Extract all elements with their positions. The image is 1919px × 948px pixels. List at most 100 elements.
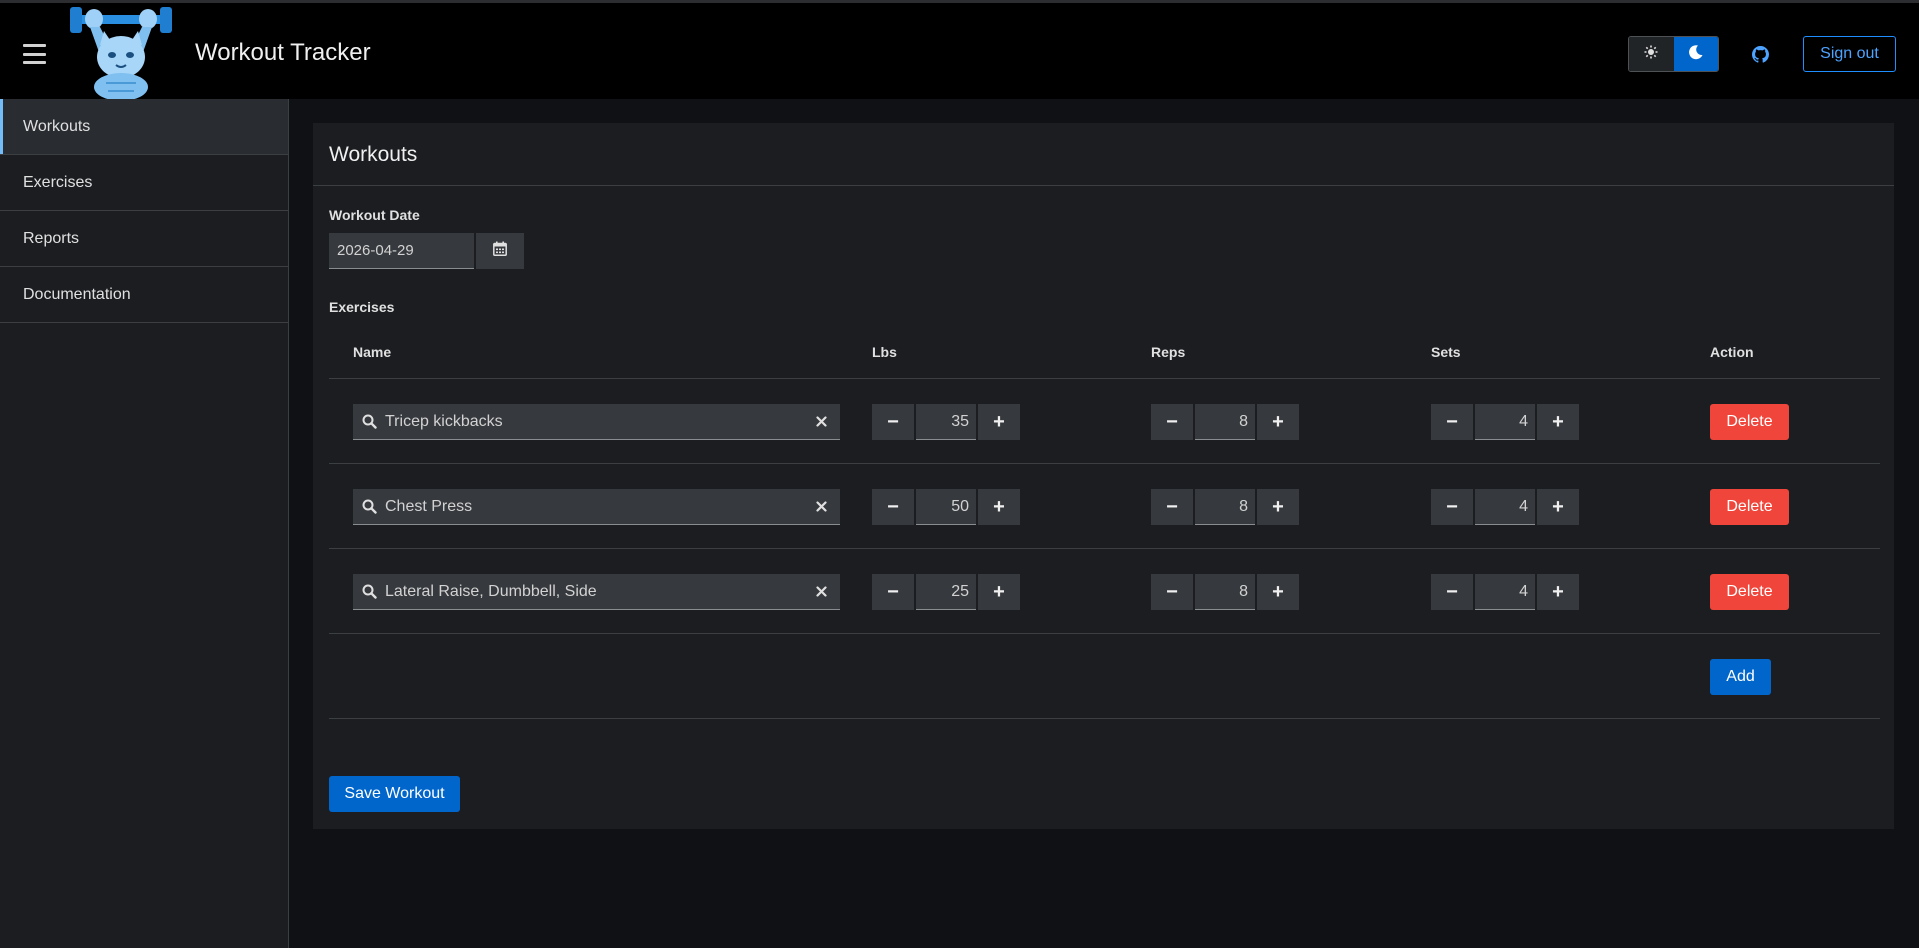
search-icon — [353, 414, 385, 429]
minus-icon: − — [1446, 495, 1458, 518]
exercise-name: Chest Press — [385, 497, 473, 515]
reps-plus-button[interactable]: + — [1257, 404, 1299, 440]
sets-value[interactable]: 4 — [1475, 574, 1535, 610]
reps-stepper: − 8 + — [1151, 489, 1299, 525]
delete-button[interactable]: Delete — [1710, 404, 1789, 440]
sidebar-item-reports[interactable]: Reports — [0, 211, 288, 267]
github-icon[interactable] — [1747, 41, 1773, 67]
reps-minus-button[interactable]: − — [1151, 404, 1193, 440]
plus-icon: + — [1272, 580, 1284, 603]
lbs-plus-button[interactable]: + — [978, 574, 1020, 610]
sidebar-item-workouts[interactable]: Workouts — [0, 99, 288, 155]
add-exercise-button[interactable]: Add — [1710, 659, 1771, 695]
reps-value[interactable]: 8 — [1195, 574, 1255, 610]
minus-icon: − — [1166, 410, 1178, 433]
column-header-sets: Sets — [1431, 344, 1461, 360]
lbs-stepper: − 25 + — [872, 574, 1020, 610]
reps-value[interactable]: 8 — [1195, 404, 1255, 440]
minus-icon: − — [1166, 580, 1178, 603]
page-title: Workouts — [329, 143, 418, 166]
close-icon[interactable] — [802, 416, 840, 427]
dark-theme-button[interactable] — [1673, 37, 1718, 71]
plus-icon: + — [1552, 495, 1564, 518]
workout-date-input[interactable]: 2026-04-29 — [329, 233, 474, 269]
divider — [313, 185, 1894, 186]
exercise-name: Lateral Raise, Dumbbell, Side — [385, 582, 597, 600]
add-row: Add — [329, 634, 1880, 719]
plus-icon: + — [1552, 410, 1564, 433]
search-icon — [353, 584, 385, 599]
sets-plus-button[interactable]: + — [1537, 489, 1579, 525]
sets-plus-button[interactable]: + — [1537, 404, 1579, 440]
sidebar-nav: Workouts Exercises Reports Documentation — [0, 99, 289, 948]
sets-minus-button[interactable]: − — [1431, 489, 1473, 525]
close-icon[interactable] — [802, 501, 840, 512]
close-icon[interactable] — [802, 586, 840, 597]
column-header-lbs: Lbs — [872, 344, 897, 360]
minus-icon: − — [1446, 580, 1458, 603]
table-row: Lateral Raise, Dumbbell, Side − 25 + − 8… — [329, 549, 1880, 634]
exercise-search-input[interactable]: Lateral Raise, Dumbbell, Side — [353, 574, 840, 610]
lbs-plus-button[interactable]: + — [978, 489, 1020, 525]
delete-button[interactable]: Delete — [1710, 574, 1789, 610]
column-header-action: Action — [1710, 344, 1754, 360]
lbs-value[interactable]: 50 — [916, 489, 976, 525]
lbs-plus-button[interactable]: + — [978, 404, 1020, 440]
table-header: Name Lbs Reps Sets Action — [329, 323, 1880, 379]
reps-minus-button[interactable]: − — [1151, 574, 1193, 610]
plus-icon: + — [993, 495, 1005, 518]
lbs-stepper: − 50 + — [872, 489, 1020, 525]
reps-value[interactable]: 8 — [1195, 489, 1255, 525]
calendar-button[interactable] — [476, 233, 524, 269]
reps-stepper: − 8 + — [1151, 404, 1299, 440]
minus-icon: − — [887, 580, 899, 603]
reps-minus-button[interactable]: − — [1151, 489, 1193, 525]
reps-plus-button[interactable]: + — [1257, 489, 1299, 525]
sets-value[interactable]: 4 — [1475, 404, 1535, 440]
minus-icon: − — [1166, 495, 1178, 518]
minus-icon: − — [887, 495, 899, 518]
workout-card: Workouts Workout Date 2026-04-29 Exercis… — [313, 123, 1894, 829]
column-header-reps: Reps — [1151, 344, 1186, 360]
lbs-minus-button[interactable]: − — [872, 574, 914, 610]
lbs-stepper: − 35 + — [872, 404, 1020, 440]
exercise-search-input[interactable]: Chest Press — [353, 489, 840, 525]
sets-value[interactable]: 4 — [1475, 489, 1535, 525]
lbs-minus-button[interactable]: − — [872, 489, 914, 525]
delete-button[interactable]: Delete — [1710, 489, 1789, 525]
plus-icon: + — [1552, 580, 1564, 603]
workout-date-label: Workout Date — [329, 207, 420, 223]
sidebar-item-exercises[interactable]: Exercises — [0, 155, 288, 211]
lbs-value[interactable]: 35 — [916, 404, 976, 440]
sets-plus-button[interactable]: + — [1537, 574, 1579, 610]
reps-plus-button[interactable]: + — [1257, 574, 1299, 610]
masthead: Workout Tracker Sign out — [0, 0, 1919, 101]
sign-out-button[interactable]: Sign out — [1803, 36, 1896, 72]
exercises-table: Name Lbs Reps Sets Action Tricep kickbac… — [329, 323, 1880, 719]
save-workout-button[interactable]: Save Workout — [329, 776, 460, 812]
table-row: Tricep kickbacks − 35 + − 8 + − 4 + Dele… — [329, 379, 1880, 464]
plus-icon: + — [993, 410, 1005, 433]
table-row: Chest Press − 50 + − 8 + − 4 + Delete — [329, 464, 1880, 549]
moon-icon — [1688, 44, 1704, 65]
light-theme-button[interactable] — [1629, 37, 1674, 71]
plus-icon: + — [1272, 410, 1284, 433]
sun-icon — [1644, 45, 1658, 64]
plus-icon: + — [1272, 495, 1284, 518]
date-picker: 2026-04-29 — [329, 233, 524, 269]
sets-stepper: − 4 + — [1431, 489, 1579, 525]
logo-cat-dumbbell-icon — [70, 5, 172, 101]
exercise-name: Tricep kickbacks — [385, 412, 503, 430]
exercise-search-input[interactable]: Tricep kickbacks — [353, 404, 840, 440]
sets-minus-button[interactable]: − — [1431, 404, 1473, 440]
minus-icon: − — [1446, 410, 1458, 433]
sets-stepper: − 4 + — [1431, 574, 1579, 610]
calendar-icon — [493, 241, 507, 261]
reps-stepper: − 8 + — [1151, 574, 1299, 610]
sets-minus-button[interactable]: − — [1431, 574, 1473, 610]
search-icon — [353, 499, 385, 514]
hamburger-menu-icon[interactable] — [23, 44, 46, 64]
lbs-value[interactable]: 25 — [916, 574, 976, 610]
lbs-minus-button[interactable]: − — [872, 404, 914, 440]
sidebar-item-documentation[interactable]: Documentation — [0, 267, 288, 323]
